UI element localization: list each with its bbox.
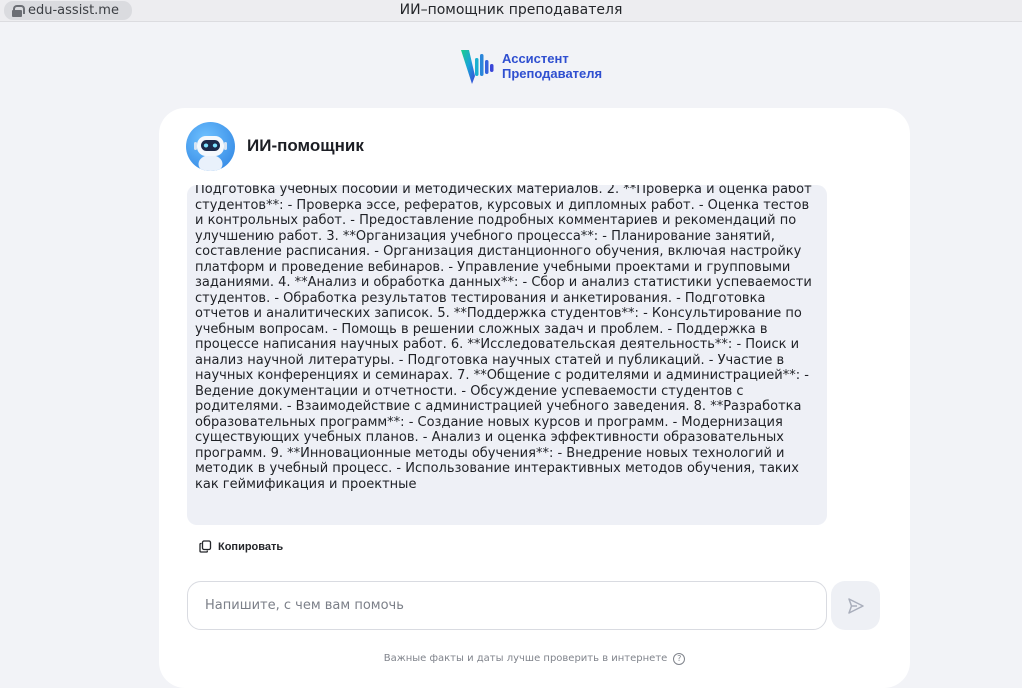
copy-label: Копировать <box>218 540 284 553</box>
robot-avatar-icon <box>186 121 235 171</box>
copy-button[interactable]: Копировать <box>199 540 283 553</box>
logo-mark-icon <box>461 50 494 84</box>
assistant-message-text: Подготовка учебных пособий и методически… <box>195 185 812 492</box>
logo-line-2: Преподавателя <box>502 66 603 81</box>
browser-top-bar: edu-assist.me ИИ–помощник преподавателя <box>0 0 1022 22</box>
help-icon[interactable]: ? <box>673 653 686 665</box>
disclaimer-text: Важные факты и даты лучше проверить в ин… <box>383 653 668 664</box>
assistant-message[interactable]: Подготовка учебных пособий и методически… <box>187 185 827 525</box>
chat-card: ИИ-помощник Подготовка учебных пособий и… <box>159 108 910 688</box>
chat-title: ИИ-помощник <box>247 136 364 155</box>
send-icon <box>847 597 864 614</box>
chat-header: ИИ-помощник <box>186 121 364 171</box>
site-logo[interactable]: Ассистент Преподавателя <box>458 44 602 88</box>
logo-line-1: Ассистент <box>502 51 569 66</box>
message-input-box[interactable] <box>187 581 827 630</box>
disclaimer: Важные факты и даты лучше проверить в ин… <box>159 653 910 665</box>
send-button[interactable] <box>831 581 880 630</box>
message-input[interactable] <box>188 582 826 629</box>
logo-text: Ассистент Преподавателя <box>502 51 602 81</box>
copy-icon <box>199 540 212 553</box>
window-title: ИИ–помощник преподавателя <box>399 2 623 18</box>
